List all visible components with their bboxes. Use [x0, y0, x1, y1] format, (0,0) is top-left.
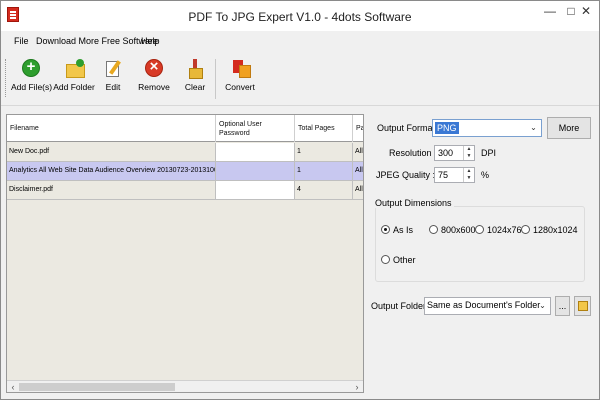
jpeg-quality-unit: %	[481, 170, 490, 180]
scroll-left-button[interactable]: ‹	[7, 381, 19, 392]
add-folder-label: Add Folder	[53, 82, 95, 92]
scroll-right-button[interactable]: ›	[351, 381, 363, 392]
file-grid[interactable]: Filename Optional User Password Total Pa…	[6, 114, 364, 393]
more-button[interactable]: More	[547, 117, 591, 139]
convert-label: Convert	[225, 82, 255, 92]
cell-pages[interactable]: All	[353, 162, 363, 181]
resolution-unit: DPI	[481, 148, 497, 158]
output-dimensions-group	[375, 206, 585, 282]
output-format-value: PNG	[435, 122, 459, 134]
remove-label: Remove	[138, 82, 170, 92]
output-format-label: Output Format :	[377, 123, 441, 133]
jpeg-quality-label: JPEG Quality :	[376, 170, 436, 180]
clear-button[interactable]: Clear	[181, 59, 209, 101]
browse-folder-button[interactable]: ...	[555, 296, 570, 316]
dimension-other-label: Other	[393, 255, 416, 265]
add-files-label: Add File(s)	[11, 82, 53, 92]
toolbar-grip	[5, 59, 7, 97]
dimension-other-radio[interactable]: Other	[381, 255, 416, 265]
dimension-as-is-radio[interactable]: As Is	[381, 225, 413, 235]
add-file-icon	[22, 58, 40, 77]
column-password[interactable]: Optional User Password	[216, 115, 295, 142]
output-folder-label: Output Folder :	[371, 301, 432, 311]
cell-total-pages: 4	[295, 181, 353, 200]
edit-label: Edit	[105, 82, 121, 92]
resolution-value: 300	[438, 148, 454, 158]
output-folder-value: Same as Document's Folder	[427, 300, 541, 310]
cell-total-pages: 1	[295, 143, 353, 162]
menu-file[interactable]: File	[14, 36, 29, 46]
jpeg-quality-value: 75	[438, 170, 449, 180]
edit-button[interactable]: Edit	[99, 59, 127, 101]
clear-icon	[186, 59, 204, 79]
column-pages[interactable]: Pa	[353, 115, 363, 142]
cell-password[interactable]	[216, 181, 295, 200]
add-folder-button[interactable]: Add Folder	[53, 59, 95, 101]
table-row[interactable]: Analytics All Web Site Data Audience Ove…	[7, 162, 363, 181]
remove-button[interactable]: Remove	[137, 58, 171, 101]
grid-header: Filename Optional User Password Total Pa…	[7, 115, 363, 142]
output-dimensions-title: Output Dimensions	[373, 198, 454, 208]
window-title: PDF To JPG Expert V1.0 - 4dots Software	[188, 10, 412, 24]
edit-icon	[104, 59, 122, 77]
cell-filename: Analytics All Web Site Data Audience Ove…	[7, 162, 216, 181]
resolution-updown[interactable]: ▲ ▼	[463, 146, 474, 160]
output-format-select[interactable]: PNG ⌄	[432, 119, 542, 137]
dimension-800x600-label: 800x600	[441, 225, 476, 235]
settings-panel: Output Format : PNG ⌄ More Resolution : …	[369, 114, 597, 393]
menu-help[interactable]: Help	[141, 36, 160, 46]
jpeg-quality-updown[interactable]: ▲ ▼	[463, 168, 474, 182]
table-row[interactable]: New Doc.pdf 1 All	[7, 143, 363, 162]
chevron-down-icon: ⌄	[530, 123, 537, 132]
table-row[interactable]: Disclaimer.pdf 4 All	[7, 181, 363, 200]
radio-dot	[521, 225, 530, 234]
dimension-1280x1024-label: 1280x1024	[533, 225, 578, 235]
add-files-button[interactable]: Add File(s)	[11, 58, 53, 101]
title-bar: PDF To JPG Expert V1.0 - 4dots Software …	[1, 1, 599, 31]
cell-password[interactable]	[216, 162, 295, 181]
menu-bar: File Download More Free Software Help	[1, 32, 599, 50]
dimension-as-is-label: As Is	[393, 225, 414, 235]
column-filename[interactable]: Filename	[7, 115, 216, 142]
close-button[interactable]: ✕	[573, 1, 599, 23]
cell-filename: Disclaimer.pdf	[7, 181, 216, 200]
radio-dot	[475, 225, 484, 234]
toolbar: Add File(s) Add Folder Edit Remove Clear…	[1, 51, 599, 106]
dimension-1280x1024-radio[interactable]: 1280x1024	[521, 225, 578, 235]
dimension-800x600-radio[interactable]: 800x600	[429, 225, 476, 235]
cell-pages[interactable]: All	[353, 143, 363, 162]
resolution-label: Resolution :	[389, 148, 437, 158]
resolution-spinner[interactable]: 300 ▲ ▼	[434, 145, 475, 161]
convert-icon	[231, 59, 251, 78]
scrollbar-thumb[interactable]	[19, 383, 175, 391]
jpeg-quality-spinner[interactable]: 75 ▲ ▼	[434, 167, 475, 183]
clear-label: Clear	[184, 82, 206, 92]
radio-dot	[381, 225, 390, 234]
cell-pages[interactable]: All	[353, 181, 363, 200]
app-window: PDF To JPG Expert V1.0 - 4dots Software …	[0, 0, 600, 400]
open-folder-button[interactable]	[574, 296, 591, 316]
cell-password[interactable]	[216, 143, 295, 162]
add-folder-icon	[65, 59, 85, 78]
horizontal-scrollbar[interactable]: ‹ ›	[7, 380, 363, 392]
dimension-1024x768-radio[interactable]: 1024x768	[475, 225, 527, 235]
remove-icon	[145, 58, 163, 77]
folder-icon	[578, 301, 588, 311]
chevron-down-icon: ⌄	[539, 301, 546, 310]
menu-download-more[interactable]: Download More Free Software	[36, 36, 158, 46]
column-total-pages[interactable]: Total Pages	[295, 115, 353, 142]
convert-button[interactable]: Convert	[223, 59, 257, 101]
output-folder-select[interactable]: Same as Document's Folder ⌄	[424, 297, 551, 315]
radio-dot	[381, 255, 390, 264]
cell-filename: New Doc.pdf	[7, 143, 216, 162]
cell-total-pages: 1	[295, 162, 353, 181]
radio-dot	[429, 225, 438, 234]
toolbar-separator	[215, 59, 216, 99]
